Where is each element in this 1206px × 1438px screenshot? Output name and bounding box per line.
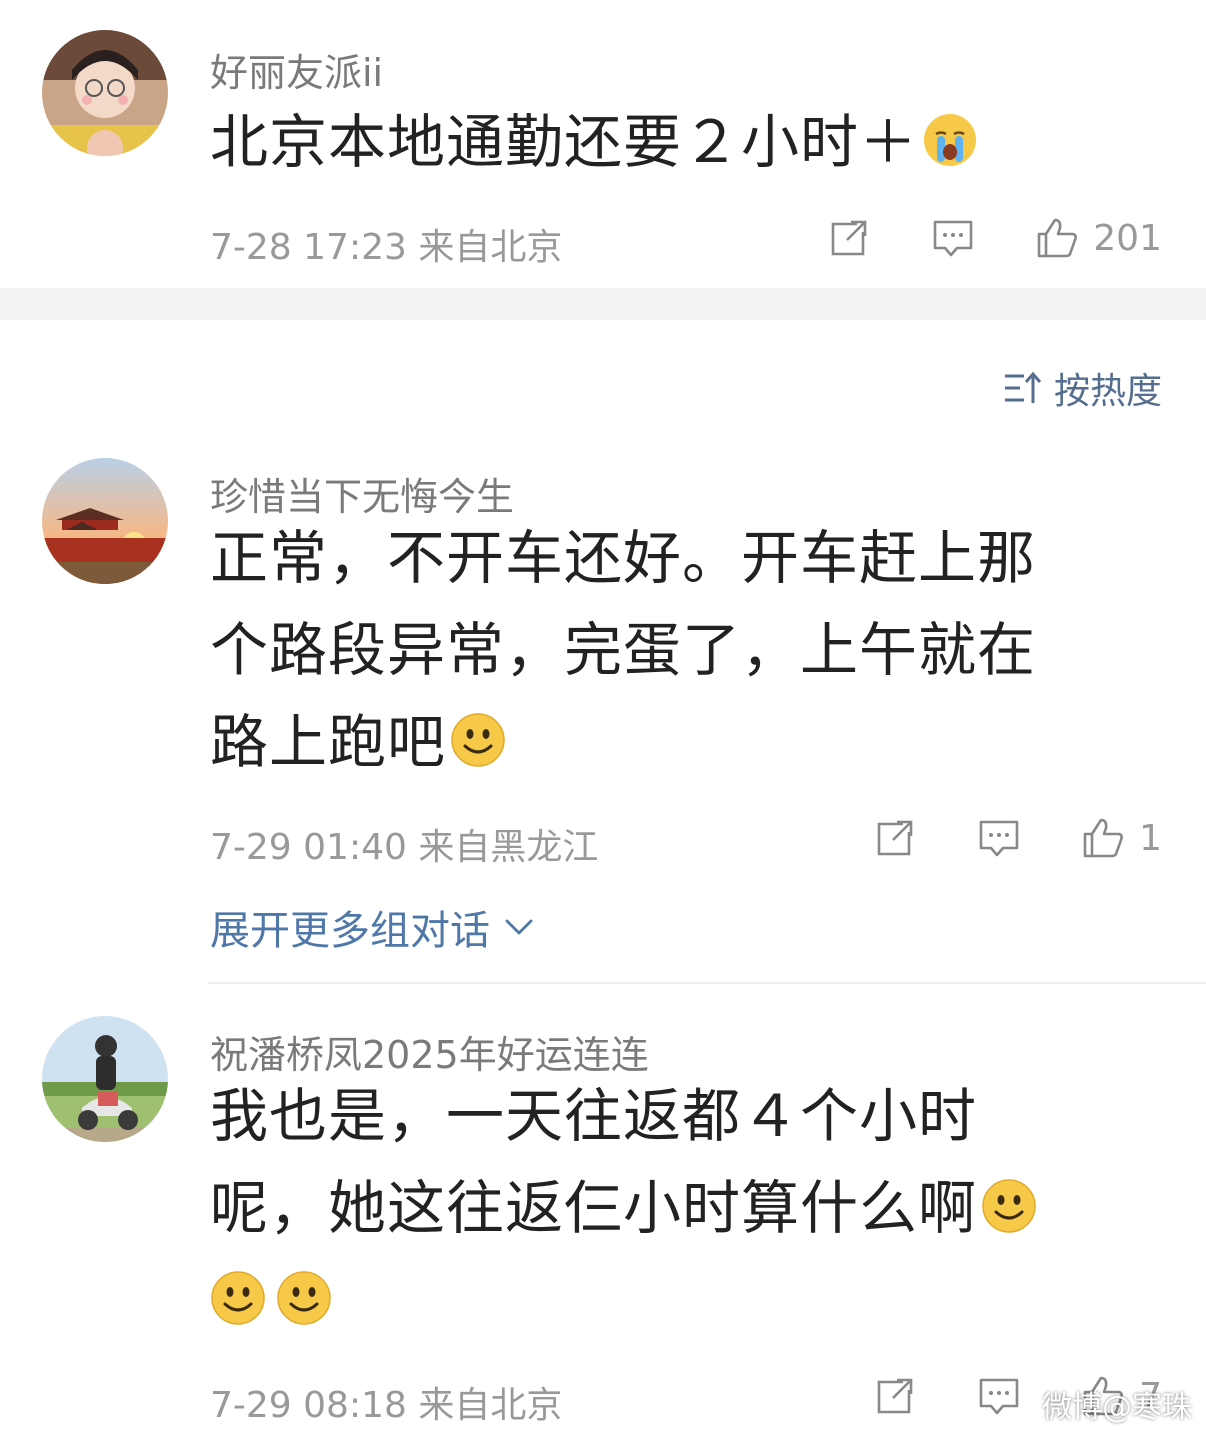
expand-conversations-link[interactable]: 展开更多组对话	[210, 898, 536, 956]
comment-line-last: 路上跑吧	[210, 696, 1036, 788]
reply-icon[interactable]	[977, 816, 1021, 860]
sort-label: 按热度	[1053, 371, 1162, 412]
comment-line-emojis	[210, 1254, 1037, 1346]
comment-text: 正常，不开车还好。开车赶上那 个路段异常，完蛋了，上午就在 路上跑吧	[210, 512, 1036, 788]
comment-meta: 7-29 01:40 来自黑龙江	[210, 827, 599, 868]
smile-emoji	[981, 1178, 1037, 1234]
chevron-down-icon	[502, 910, 536, 944]
post-text-content: 北京本地通勤还要２小时＋	[210, 108, 919, 176]
share-icon[interactable]	[873, 816, 917, 860]
comment-item: 珍惜当下无悔今生 正常，不开车还好。开车赶上那 个路段异常，完蛋了，上午就在 路…	[0, 440, 1206, 880]
post-meta: 7-28 17:23 来自北京	[210, 227, 563, 268]
original-post: 好丽友派ii 北京本地通勤还要２小时＋ 7-28 17:23 来自北京 201	[0, 0, 1206, 288]
like-count: 1	[1139, 817, 1162, 859]
post-text: 北京本地通勤还要２小时＋	[210, 96, 978, 188]
sort-icon	[1002, 367, 1044, 409]
share-icon[interactable]	[873, 1374, 917, 1418]
comment-item: 祝潘桥凤2025年好运连连 我也是，一天往返都４个小时 呢，她这往返仨小时算什么…	[0, 998, 1206, 1438]
comment-line-text: 路上跑吧	[210, 708, 447, 776]
comment-text: 我也是，一天往返都４个小时 呢，她这往返仨小时算什么啊	[210, 1070, 1037, 1346]
comment-meta: 7-29 08:18 来自北京	[210, 1385, 563, 1426]
crying-emoji	[922, 112, 978, 168]
like-icon[interactable]	[1081, 816, 1125, 860]
comment-line: 我也是，一天往返都４个小时	[210, 1082, 978, 1150]
smile-emoji	[276, 1270, 332, 1326]
share-icon[interactable]	[827, 216, 871, 260]
smile-emoji	[210, 1270, 266, 1326]
post-username[interactable]: 好丽友派ii	[210, 42, 383, 97]
comment-line-text: 呢，她这往返仨小时算什么啊	[210, 1174, 978, 1242]
divider-line	[208, 982, 1206, 984]
section-divider	[0, 288, 1206, 320]
comment-line: 呢，她这往返仨小时算什么啊	[210, 1162, 1037, 1254]
avatar[interactable]	[42, 1016, 168, 1142]
avatar[interactable]	[42, 30, 168, 156]
smile-emoji	[450, 712, 506, 768]
comment-actions: 1	[873, 816, 1162, 860]
reply-icon[interactable]	[977, 1374, 1021, 1418]
expand-label: 展开更多组对话	[210, 908, 490, 954]
post-actions: 201	[827, 216, 1162, 260]
comment-line: 个路段异常，完蛋了，上午就在	[210, 616, 1037, 684]
sort-button[interactable]: 按热度	[1002, 362, 1162, 414]
comment-line: 正常，不开车还好。开车赶上那	[210, 524, 1037, 592]
reply-icon[interactable]	[931, 216, 975, 260]
like-icon[interactable]	[1035, 216, 1079, 260]
avatar[interactable]	[42, 458, 168, 584]
watermark: 微博@寒珠	[1042, 1390, 1192, 1425]
like-count: 201	[1093, 217, 1162, 259]
